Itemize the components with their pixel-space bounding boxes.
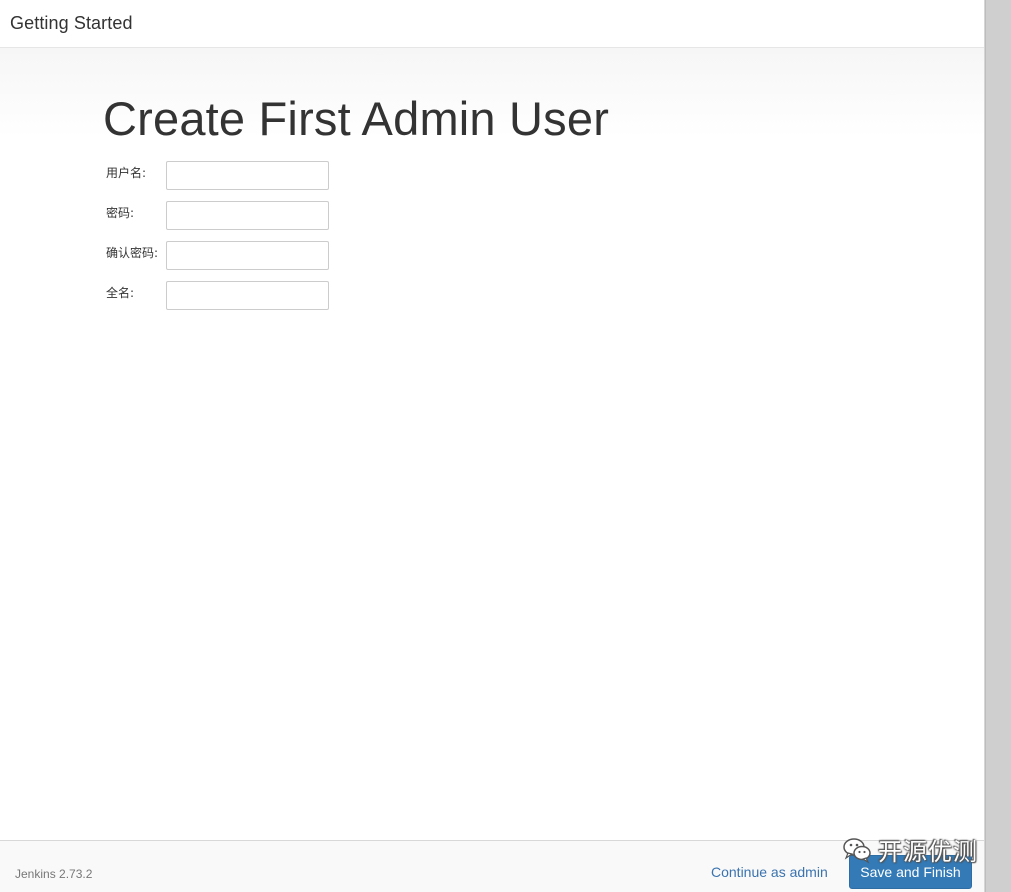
- form-row-fullname: 全名:: [106, 281, 366, 321]
- form-row-username: 用户名:: [106, 161, 366, 201]
- form-row-confirm-password: 确认密码:: [106, 241, 366, 281]
- version-label: Jenkins 2.73.2: [15, 867, 93, 881]
- page-title: Create First Admin User: [103, 92, 610, 145]
- confirm-password-input[interactable]: [166, 241, 329, 270]
- admin-user-form: 用户名: 密码: 确认密码: 全名:: [106, 161, 366, 321]
- setup-window: Getting Started Create First Admin User …: [0, 0, 985, 892]
- footer: Jenkins 2.73.2 Continue as admin Save an…: [0, 840, 984, 892]
- form-row-password: 密码:: [106, 201, 366, 241]
- header-title: Getting Started: [10, 13, 133, 33]
- app-root: Getting Started Create First Admin User …: [0, 0, 1011, 892]
- fullname-input[interactable]: [166, 281, 329, 310]
- main-content: Create First Admin User 用户名: 密码: 确认密码: 全…: [0, 48, 984, 840]
- fullname-label: 全名:: [106, 286, 135, 300]
- password-input[interactable]: [166, 201, 329, 230]
- password-label: 密码:: [106, 206, 135, 220]
- right-gutter: [985, 0, 1011, 892]
- header: Getting Started: [0, 0, 984, 48]
- confirm-password-label: 确认密码:: [106, 246, 159, 260]
- continue-as-admin-link[interactable]: Continue as admin: [711, 864, 828, 880]
- save-and-finish-button[interactable]: Save and Finish: [849, 855, 972, 889]
- username-input[interactable]: [166, 161, 329, 190]
- username-label: 用户名:: [106, 166, 147, 180]
